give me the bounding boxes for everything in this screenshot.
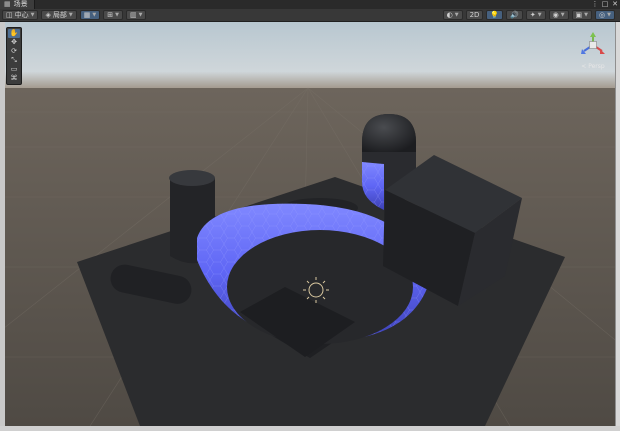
effects-dropdown[interactable]: ✦ ▼ (525, 10, 546, 20)
lightbulb-icon: 💡 (490, 11, 500, 19)
scene-viewport[interactable] (0, 22, 615, 426)
scale-tool[interactable]: ⤡ (8, 56, 20, 65)
scene-icon: ▦ (4, 0, 11, 8)
rect-tool[interactable]: ▭ (8, 65, 20, 74)
draw-mode-dropdown[interactable]: ◐ ▼ (442, 10, 463, 20)
chevron-down-icon: ▼ (92, 12, 97, 18)
pivot-label: 中心 (14, 11, 29, 19)
snap-icon: ⊞ (107, 11, 114, 19)
transform-tool[interactable]: ⌘ (8, 74, 20, 83)
gizmos-dropdown[interactable]: ◎ ▼ (595, 10, 615, 20)
audio-toggle[interactable]: 🔊 (506, 10, 523, 20)
hidden-objects-toggle[interactable]: ◉ ▼ (548, 10, 569, 20)
grid-snap-button[interactable]: ▦ ▼ (79, 10, 101, 20)
tab-scene-label: 场景 (13, 0, 28, 8)
chevron-down-icon: ▼ (537, 12, 542, 18)
view-options-button[interactable]: ▥ ▼ (125, 10, 147, 20)
orientation-gizmo[interactable] (578, 31, 608, 59)
sky (0, 22, 615, 88)
gizmos-icon: ◎ (599, 11, 606, 19)
space-dropdown[interactable]: ◈ 局部 ▼ (41, 10, 77, 20)
lighting-toggle[interactable]: 💡 (486, 10, 504, 20)
pivot-icon: ◫ (6, 11, 13, 19)
chevron-down-icon: ▼ (607, 12, 611, 18)
scene-render (0, 22, 615, 426)
right-panel-edge (615, 22, 620, 431)
chevron-down-icon: ▼ (138, 12, 143, 18)
effects-icon: ✦ (529, 11, 536, 19)
tool-palette: ✋ ✥ ⟳ ⤡ ▭ ⌘ (6, 27, 22, 85)
ruler-icon: ▥ (129, 11, 137, 19)
chevron-down-icon: ▼ (454, 12, 459, 18)
scene-tab-bar: ▦ 场景 ⋮ □ ✕ (0, 0, 620, 9)
space-label: 局部 (52, 11, 67, 19)
left-panel-edge (0, 22, 5, 431)
shading-icon: ◐ (446, 11, 453, 19)
move-tool[interactable]: ✥ (8, 38, 20, 47)
maximize-icon[interactable]: □ (600, 0, 610, 9)
chevron-down-icon: ▼ (584, 12, 589, 18)
rotate-tool[interactable]: ⟳ (8, 47, 20, 56)
hand-tool[interactable]: ✋ (8, 29, 20, 38)
audio-icon: 🔊 (510, 11, 519, 19)
gizmo-center-cube[interactable] (589, 41, 597, 49)
more-options-icon[interactable]: ⋮ (590, 0, 600, 9)
chevron-down-icon: ▼ (115, 12, 119, 18)
chevron-down-icon: ▼ (30, 12, 35, 18)
camera-icon: ▣ (575, 11, 583, 19)
local-space-icon: ◈ (45, 11, 51, 19)
scene-toolbar: ◫ 中心 ▼ ◈ 局部 ▼ ▦ ▼ ⊞ ▼ ▥ ▼ ◐ ▼ 2D 💡 🔊 ✦ ▼… (0, 9, 620, 22)
2d-toggle[interactable]: 2D (465, 10, 484, 20)
pivot-dropdown[interactable]: ◫ 中心 ▼ (2, 10, 39, 20)
bottom-panel-edge (0, 426, 620, 431)
snap-increment-button[interactable]: ⊞ ▼ (103, 10, 123, 20)
tab-scene[interactable]: ▦ 场景 (0, 0, 35, 9)
grid-icon: ▦ (83, 11, 91, 19)
chevron-down-icon: ▼ (560, 12, 565, 18)
perspective-label[interactable]: < Persp (576, 63, 610, 70)
eye-icon: ◉ (552, 11, 559, 19)
camera-dropdown[interactable]: ▣ ▼ (571, 10, 593, 20)
chevron-down-icon: ▼ (68, 12, 73, 18)
close-icon[interactable]: ✕ (610, 0, 620, 9)
2d-label: 2D (469, 11, 480, 19)
